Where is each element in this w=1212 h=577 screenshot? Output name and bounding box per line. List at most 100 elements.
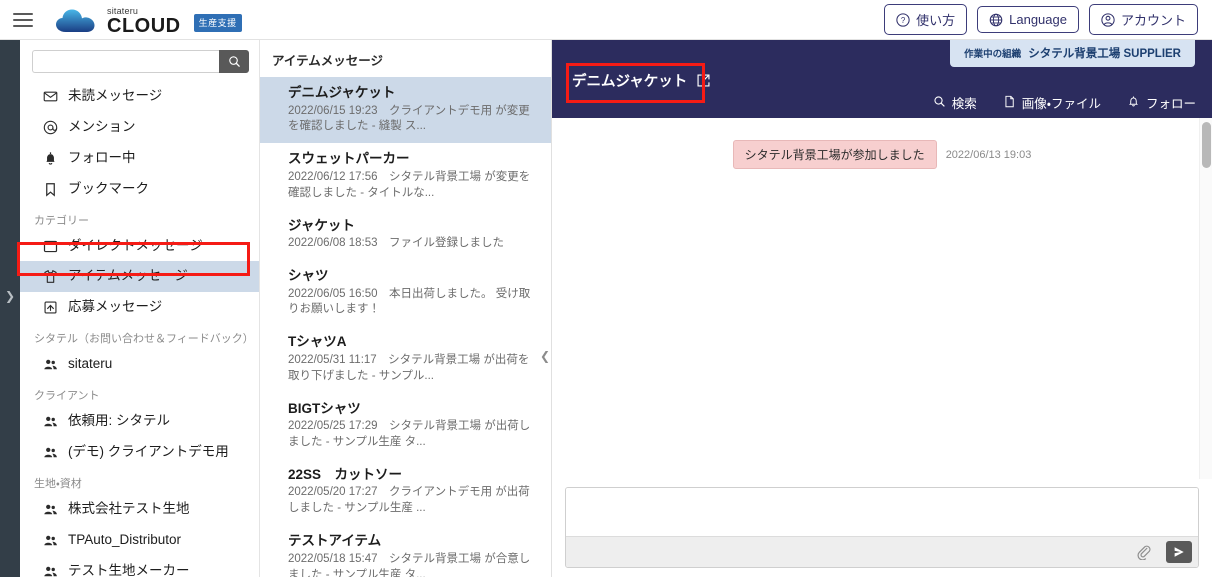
message-input[interactable] [566, 488, 1198, 536]
sidebar-item-group-icon[interactable]: 株式会社テスト生地 [20, 494, 259, 525]
sidebar-item-group-icon[interactable]: 依頼用: シタテル [20, 406, 259, 437]
sidebar-item-bookmark-icon[interactable]: ブックマーク [20, 174, 259, 205]
list-item[interactable]: シャツ 2022/06/05 16:50 本日出荷しました。 受け取りお願いします… [260, 260, 551, 326]
sidebar-item-group-icon[interactable]: テスト生地メーカー [20, 556, 259, 577]
search-button[interactable] [219, 50, 249, 73]
bell-icon [42, 150, 59, 167]
list-item-title: ジャケット [288, 217, 355, 233]
sidebar-item-group-icon[interactable]: (デモ) クライアントデモ用 [20, 437, 259, 468]
left-rail-collapse[interactable]: ❯ [0, 40, 20, 577]
list-item-snippet: 2022/06/12 17:56 シタテル背景工場 が変更を確認しました - タ… [288, 170, 531, 199]
chat-follow-label: フォロー [1145, 97, 1196, 111]
message-list-column: アイテムメッセージ デニムジャケット 2022/06/15 19:23 クライアン… [260, 40, 552, 577]
list-item-snippet: 2022/05/25 17:29 シタテル背景工場 が出荷しました - サンプル… [288, 420, 531, 448]
sidebar-item-chat-bubble-icon[interactable]: ダイレクトメッセージ [20, 231, 259, 262]
sidebar-search-row [20, 40, 259, 81]
sidebar-item-label: 未読メッセージ [68, 88, 163, 103]
group-icon [42, 501, 59, 518]
chat-scrollbar-thumb[interactable] [1202, 122, 1211, 168]
sidebar-item-bell-icon[interactable]: フォロー中 [20, 143, 259, 174]
chat-follow-action[interactable]: フォロー [1127, 93, 1196, 112]
account-button-label: アカウント [1120, 13, 1186, 28]
chat-files-label: 画像・ファイル [1021, 97, 1101, 111]
list-item[interactable]: デニムジャケット 2022/06/15 19:23 クライアントデモ用 が変更を確… [260, 77, 551, 144]
brand-main-label: CLOUD [107, 14, 181, 37]
at-icon [42, 119, 59, 136]
bell-icon [46, 152, 55, 165]
list-item[interactable]: TシャツA 2022/05/31 11:17 シタテル背景工場 が出荷を取り下げま… [260, 326, 551, 392]
send-icon [1174, 547, 1184, 557]
list-item-title: BIGTシャツ [288, 400, 361, 416]
chat-title-wrap[interactable]: デニムジャケット [572, 70, 711, 91]
sidebar-item-label: TPAuto_Distributor [68, 531, 182, 547]
envelope-icon [43, 91, 58, 102]
list-item-title: TシャツA [288, 334, 347, 350]
working-org-value: シタテル背景工場 SUPPLIER [1028, 48, 1181, 60]
user-circle-icon [1101, 12, 1115, 27]
sidebar-section-heading: カテゴリー [34, 214, 89, 227]
hamburger-icon[interactable] [10, 7, 36, 33]
list-item-title: スウェットパーカー [288, 151, 410, 167]
sidebar-item-group-icon[interactable]: sitateru [20, 349, 259, 380]
group-icon [44, 447, 57, 458]
message-list-title: アイテムメッセージ [260, 40, 551, 77]
chat-title: デニムジャケット [572, 74, 688, 90]
chat-actions: 検索 画像・ファイル フォロー [933, 93, 1196, 112]
list-item[interactable]: テストアイテム 2022/05/18 15:47 シタテル背景工場 が合意しました… [260, 525, 551, 577]
chat-files-action[interactable]: 画像・ファイル [1003, 93, 1101, 112]
bookmark-icon [42, 181, 59, 198]
chevron-left-icon[interactable]: ❮ [540, 350, 550, 362]
sidebar-item-tshirt-icon[interactable]: アイテムメッセージ [20, 261, 259, 293]
chat-header: 作業中の組織 シタテル背景工場 SUPPLIER デニムジャケット 検索 画像・… [552, 40, 1212, 118]
sidebar-item-at-icon[interactable]: メンション [20, 112, 259, 143]
list-item-snippet: 2022/05/20 17:27 クライアントデモ用 が出荷しました - サンプ… [288, 486, 530, 515]
question-circle-icon: ? [896, 12, 910, 27]
external-link-icon[interactable] [696, 73, 711, 88]
list-item-title: テストアイテム [288, 533, 382, 549]
brand-logo[interactable]: sitateru CLOUD 生産支援 [56, 6, 242, 37]
system-message-time: 2022/06/13 19:03 [945, 148, 1032, 161]
chat-search-action[interactable]: 検索 [933, 93, 977, 112]
send-button[interactable] [1166, 541, 1192, 563]
help-button-label: 使い方 [916, 13, 956, 28]
list-item[interactable]: BIGTシャツ 2022/05/25 17:29 シタテル背景工場 が出荷しました… [260, 393, 551, 459]
language-button[interactable]: Language [977, 6, 1079, 33]
sidebar-item-label: (デモ) クライアントデモ用 [68, 444, 229, 460]
group-icon [42, 532, 59, 549]
sidebar-section-heading: クライアント [34, 390, 100, 403]
sidebar-item-label: フォロー中 [68, 149, 136, 165]
list-item-snippet: 2022/06/15 19:23 クライアントデモ用 が変更を確認しました - … [288, 104, 530, 133]
list-item-snippet: 2022/05/18 15:47 シタテル背景工場 が合意しました - サンプル… [288, 552, 531, 577]
sidebar-item-envelope-icon[interactable]: 未読メッセージ [20, 81, 259, 112]
group-icon [44, 535, 57, 545]
list-item-snippet: 2022/06/05 16:50 本日出荷しました。 受け取りお願いします！ [288, 287, 531, 316]
sidebar-item-label: テスト生地メーカー [68, 562, 190, 577]
message-composer [552, 479, 1212, 577]
chat-search-label: 検索 [951, 97, 977, 111]
sidebar-item-group-icon[interactable]: TPAuto_Distributor [20, 525, 259, 556]
sidebar-item-label: sitateru [68, 356, 113, 372]
sidebar-item-label: メンション [68, 118, 136, 134]
globe-icon [989, 13, 1003, 27]
paperclip-icon[interactable] [1132, 540, 1156, 564]
chat-bubble-icon [43, 240, 58, 252]
group-icon [42, 356, 59, 373]
tshirt-icon [42, 268, 59, 285]
list-item[interactable]: ジャケット 2022/06/08 18:53 ファイル登録しました [260, 210, 551, 260]
list-item[interactable]: 22SS カットソー 2022/05/20 17:27 クライアントデモ用 が出荷… [260, 459, 551, 525]
sidebar-item-label: 依頼用: シタテル [68, 413, 171, 429]
search-input[interactable] [32, 50, 219, 73]
list-item[interactable]: スウェットパーカー 2022/06/12 17:56 シタテル背景工場 が変更を確… [260, 143, 551, 209]
bell-icon [1127, 95, 1140, 111]
chat-scrollbar[interactable] [1199, 118, 1212, 479]
list-item-snippet: 2022/05/31 11:17 シタテル背景工場 が出荷を取り下げました - … [288, 353, 530, 382]
brand-badge: 生産支援 [193, 13, 242, 32]
at-icon [43, 120, 58, 135]
sidebar-item-application-icon[interactable]: 応募メッセージ [20, 292, 259, 323]
group-icon [44, 504, 57, 515]
help-button[interactable]: ? 使い方 [884, 4, 968, 35]
chat-panel: 作業中の組織 シタテル背景工場 SUPPLIER デニムジャケット 検索 画像・… [552, 40, 1212, 577]
account-button[interactable]: アカウント [1088, 4, 1198, 35]
sidebar-item-label: ブックマーク [68, 180, 149, 196]
sidebar-section-heading: 生地・資材 [34, 477, 82, 490]
